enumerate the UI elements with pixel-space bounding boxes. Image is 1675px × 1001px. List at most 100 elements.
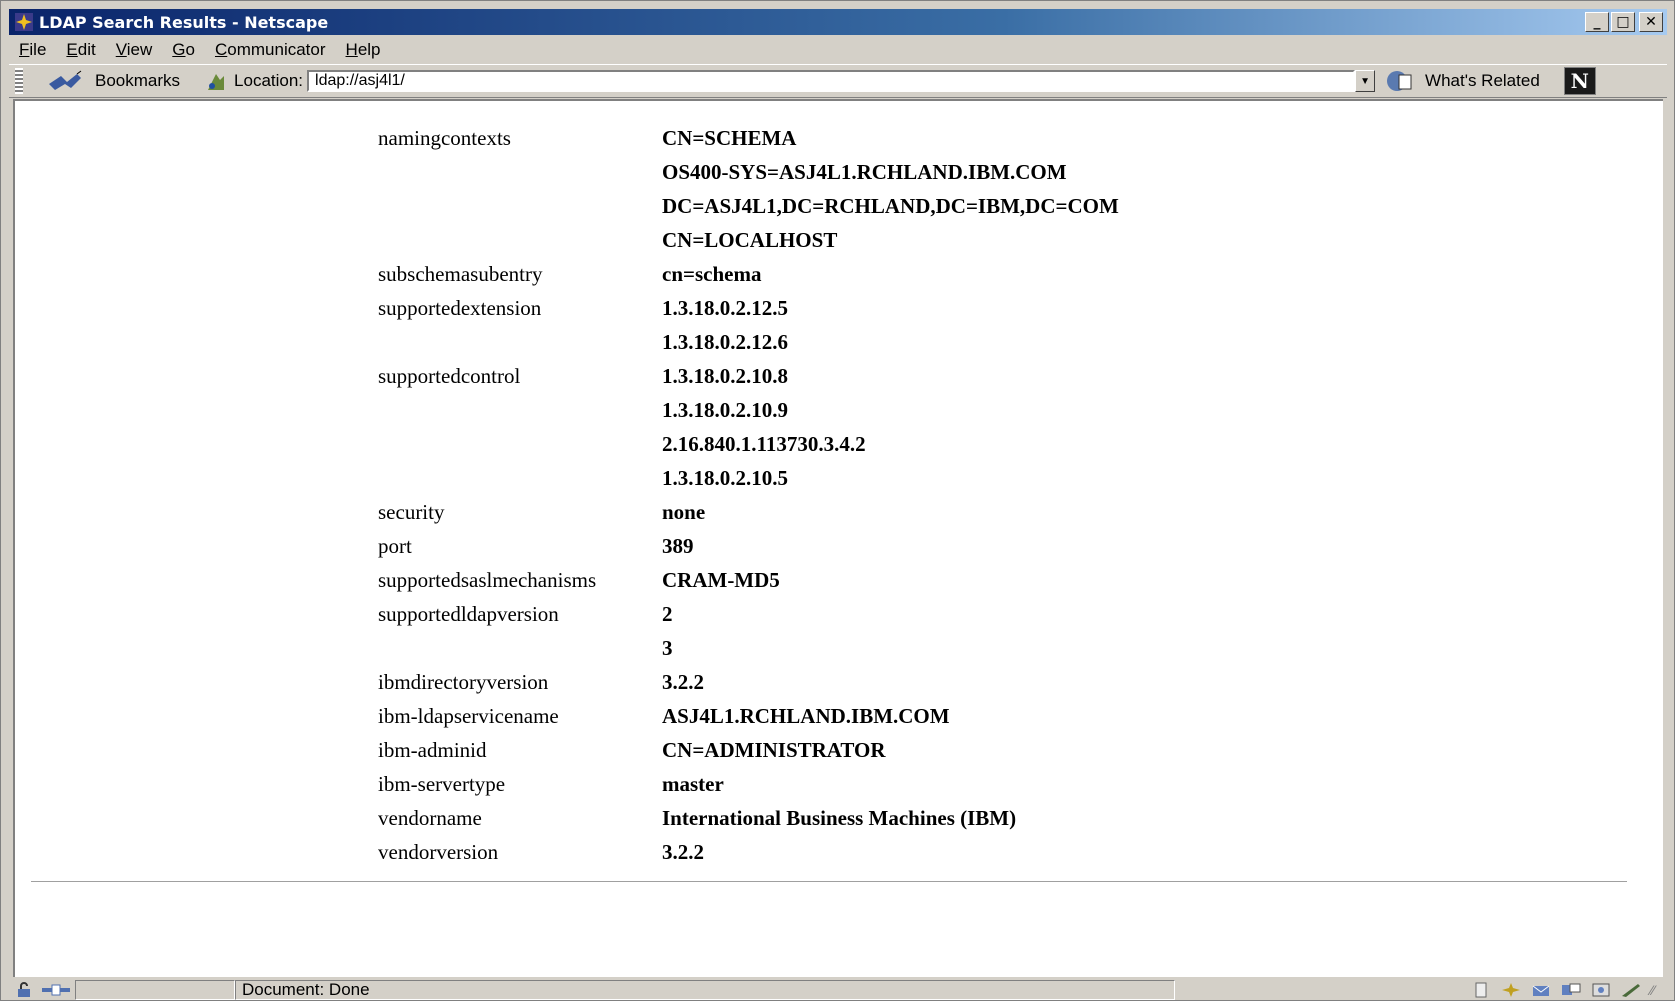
menu-file-accel: F bbox=[19, 40, 30, 59]
composer-icon[interactable] bbox=[1620, 982, 1642, 998]
close-icon: ✕ bbox=[1645, 14, 1657, 30]
newsgroups-icon[interactable] bbox=[1560, 982, 1582, 998]
toolbar-grip[interactable] bbox=[15, 68, 23, 94]
minimize-button[interactable]: _ bbox=[1585, 12, 1609, 32]
menu-communicator[interactable]: Communicator bbox=[205, 40, 336, 60]
attribute-name: ibm-adminid bbox=[378, 737, 487, 762]
security-lock-icon[interactable] bbox=[15, 982, 37, 998]
status-message: Document: Done bbox=[242, 980, 370, 999]
attribute-name: vendorname bbox=[378, 805, 482, 830]
mail-icon[interactable] bbox=[1530, 982, 1552, 998]
horizontal-rule bbox=[31, 881, 1627, 883]
table-row: 3 bbox=[378, 631, 1119, 665]
attribute-name: ibm-ldapservicename bbox=[378, 703, 559, 728]
table-row: 1.3.18.0.2.10.9 bbox=[378, 393, 1119, 427]
maximize-icon: □ bbox=[1616, 14, 1630, 30]
browser-window: LDAP Search Results - Netscape _ □ ✕ Fil… bbox=[0, 0, 1675, 1001]
attribute-value: 3 bbox=[662, 635, 673, 660]
menu-go[interactable]: Go bbox=[162, 40, 205, 60]
minimize-icon: _ bbox=[1593, 14, 1601, 30]
close-button[interactable]: ✕ bbox=[1639, 12, 1663, 32]
table-row: namingcontexts CN=SCHEMA bbox=[378, 121, 1119, 155]
menu-view[interactable]: View bbox=[106, 40, 163, 60]
menu-edit[interactable]: Edit bbox=[56, 40, 105, 60]
maximize-button[interactable]: □ bbox=[1611, 12, 1635, 32]
attribute-value: 1.3.18.0.2.10.8 bbox=[662, 363, 788, 388]
attribute-name: port bbox=[378, 533, 412, 558]
menu-edit-label: dit bbox=[77, 40, 96, 59]
scrollbar-gutter[interactable] bbox=[1649, 101, 1663, 977]
attribute-name: namingcontexts bbox=[378, 125, 511, 150]
table-row: DC=ASJ4L1,DC=RCHLAND,DC=IBM,DC=COM bbox=[378, 189, 1119, 223]
menu-file[interactable]: File bbox=[9, 40, 56, 60]
bookmarks-icon[interactable] bbox=[47, 70, 83, 92]
attribute-value: 2 bbox=[662, 601, 673, 626]
menu-help[interactable]: Help bbox=[336, 40, 391, 60]
whats-related-icon[interactable] bbox=[1385, 69, 1419, 93]
attribute-name: supportedsaslmechanisms bbox=[378, 567, 597, 592]
table-row: subschemasubentry cn=schema bbox=[378, 257, 1119, 291]
attribute-value: none bbox=[662, 499, 706, 524]
menu-go-label: o bbox=[185, 40, 195, 59]
menu-help-label: elp bbox=[357, 40, 381, 59]
table-row: ibmdirectoryversion 3.2.2 bbox=[378, 665, 1119, 699]
table-row: supportedldapversion 2 bbox=[378, 597, 1119, 631]
attribute-name: security bbox=[378, 499, 445, 524]
whats-related-button[interactable]: What's Related bbox=[1425, 71, 1540, 91]
table-row: 2.16.840.1.113730.3.4.2 bbox=[378, 427, 1119, 461]
resize-grip-icon[interactable]: ⁄⁄ bbox=[1650, 982, 1655, 998]
table-row: 1.3.18.0.2.12.6 bbox=[378, 325, 1119, 359]
title-bar[interactable]: LDAP Search Results - Netscape _ □ ✕ bbox=[9, 9, 1667, 35]
menu-communicator-accel: C bbox=[214, 40, 228, 59]
table-row: ibm-servertype master bbox=[378, 767, 1119, 801]
attribute-value: master bbox=[662, 771, 724, 796]
status-bar: Document: Done ⁄⁄ bbox=[9, 979, 1667, 1001]
progress-bar bbox=[75, 980, 235, 1000]
location-dropdown-button[interactable]: ▼ bbox=[1355, 70, 1376, 92]
menu-help-accel: H bbox=[345, 40, 358, 59]
window-title: LDAP Search Results - Netscape bbox=[39, 12, 329, 32]
table-row: ibm-ldapservicename ASJ4L1.RCHLAND.IBM.CO… bbox=[378, 699, 1119, 733]
page-content: namingcontexts CN=SCHEMA OS400-SYS=ASJ4L1… bbox=[13, 99, 1663, 977]
attribute-value: 389 bbox=[662, 533, 694, 558]
location-label: Location: bbox=[234, 71, 304, 90]
attribute-value: 1.3.18.0.2.12.6 bbox=[662, 329, 788, 354]
table-row: 1.3.18.0.2.10.5 bbox=[378, 461, 1119, 495]
menu-file-label: ile bbox=[29, 40, 47, 59]
menu-view-label: iew bbox=[126, 40, 153, 59]
table-row: security none bbox=[378, 495, 1119, 529]
table-row: port 389 bbox=[378, 529, 1119, 563]
attribute-name: supportedldapversion bbox=[378, 601, 559, 626]
table-row: supportedsaslmechanisms CRAM-MD5 bbox=[378, 563, 1119, 597]
attribute-value: DC=ASJ4L1,DC=RCHLAND,DC=IBM,DC=COM bbox=[662, 193, 1119, 218]
address-book-icon[interactable] bbox=[1590, 982, 1612, 998]
attribute-value: CN=SCHEMA bbox=[662, 125, 797, 150]
table-row: vendorversion 3.2.2 bbox=[378, 835, 1119, 869]
table-row: supportedextension 1.3.18.0.2.12.5 bbox=[378, 291, 1119, 325]
table-row: ibm-adminid CN=ADMINISTRATOR bbox=[378, 733, 1119, 767]
netscape-logo-icon bbox=[15, 13, 33, 31]
attribute-name: supportedextension bbox=[378, 295, 542, 320]
menu-communicator-label: ommunicator bbox=[227, 40, 326, 59]
status-text: Document: Done bbox=[235, 980, 1175, 1000]
attribute-value: ASJ4L1.RCHLAND.IBM.COM bbox=[662, 703, 950, 728]
chevron-down-icon: ▼ bbox=[1360, 75, 1370, 87]
attribute-value: 3.2.2 bbox=[662, 669, 704, 694]
attribute-value: cn=schema bbox=[662, 261, 762, 286]
attribute-value: 1.3.18.0.2.10.5 bbox=[662, 465, 788, 490]
attribute-value: CN=LOCALHOST bbox=[662, 227, 838, 252]
attribute-value: CRAM-MD5 bbox=[662, 567, 780, 592]
location-input[interactable]: ldap://asj4l1/ bbox=[307, 70, 1356, 92]
location-icon[interactable] bbox=[204, 70, 228, 92]
navigator-icon[interactable] bbox=[1500, 982, 1522, 998]
attribute-value: 3.2.2 bbox=[662, 839, 704, 864]
menu-bar: File Edit View Go Communicator Help bbox=[9, 37, 1667, 63]
table-row: CN=LOCALHOST bbox=[378, 223, 1119, 257]
attribute-value: International Business Machines (IBM) bbox=[662, 805, 1017, 830]
attribute-value: CN=ADMINISTRATOR bbox=[662, 737, 886, 762]
attribute-value: 2.16.840.1.113730.3.4.2 bbox=[662, 431, 866, 456]
netscape-n-logo[interactable]: N bbox=[1563, 67, 1596, 95]
attribute-name: ibm-servertype bbox=[378, 771, 506, 796]
bookmarks-button[interactable]: Bookmarks bbox=[95, 71, 180, 91]
page-icon[interactable] bbox=[1470, 982, 1492, 998]
